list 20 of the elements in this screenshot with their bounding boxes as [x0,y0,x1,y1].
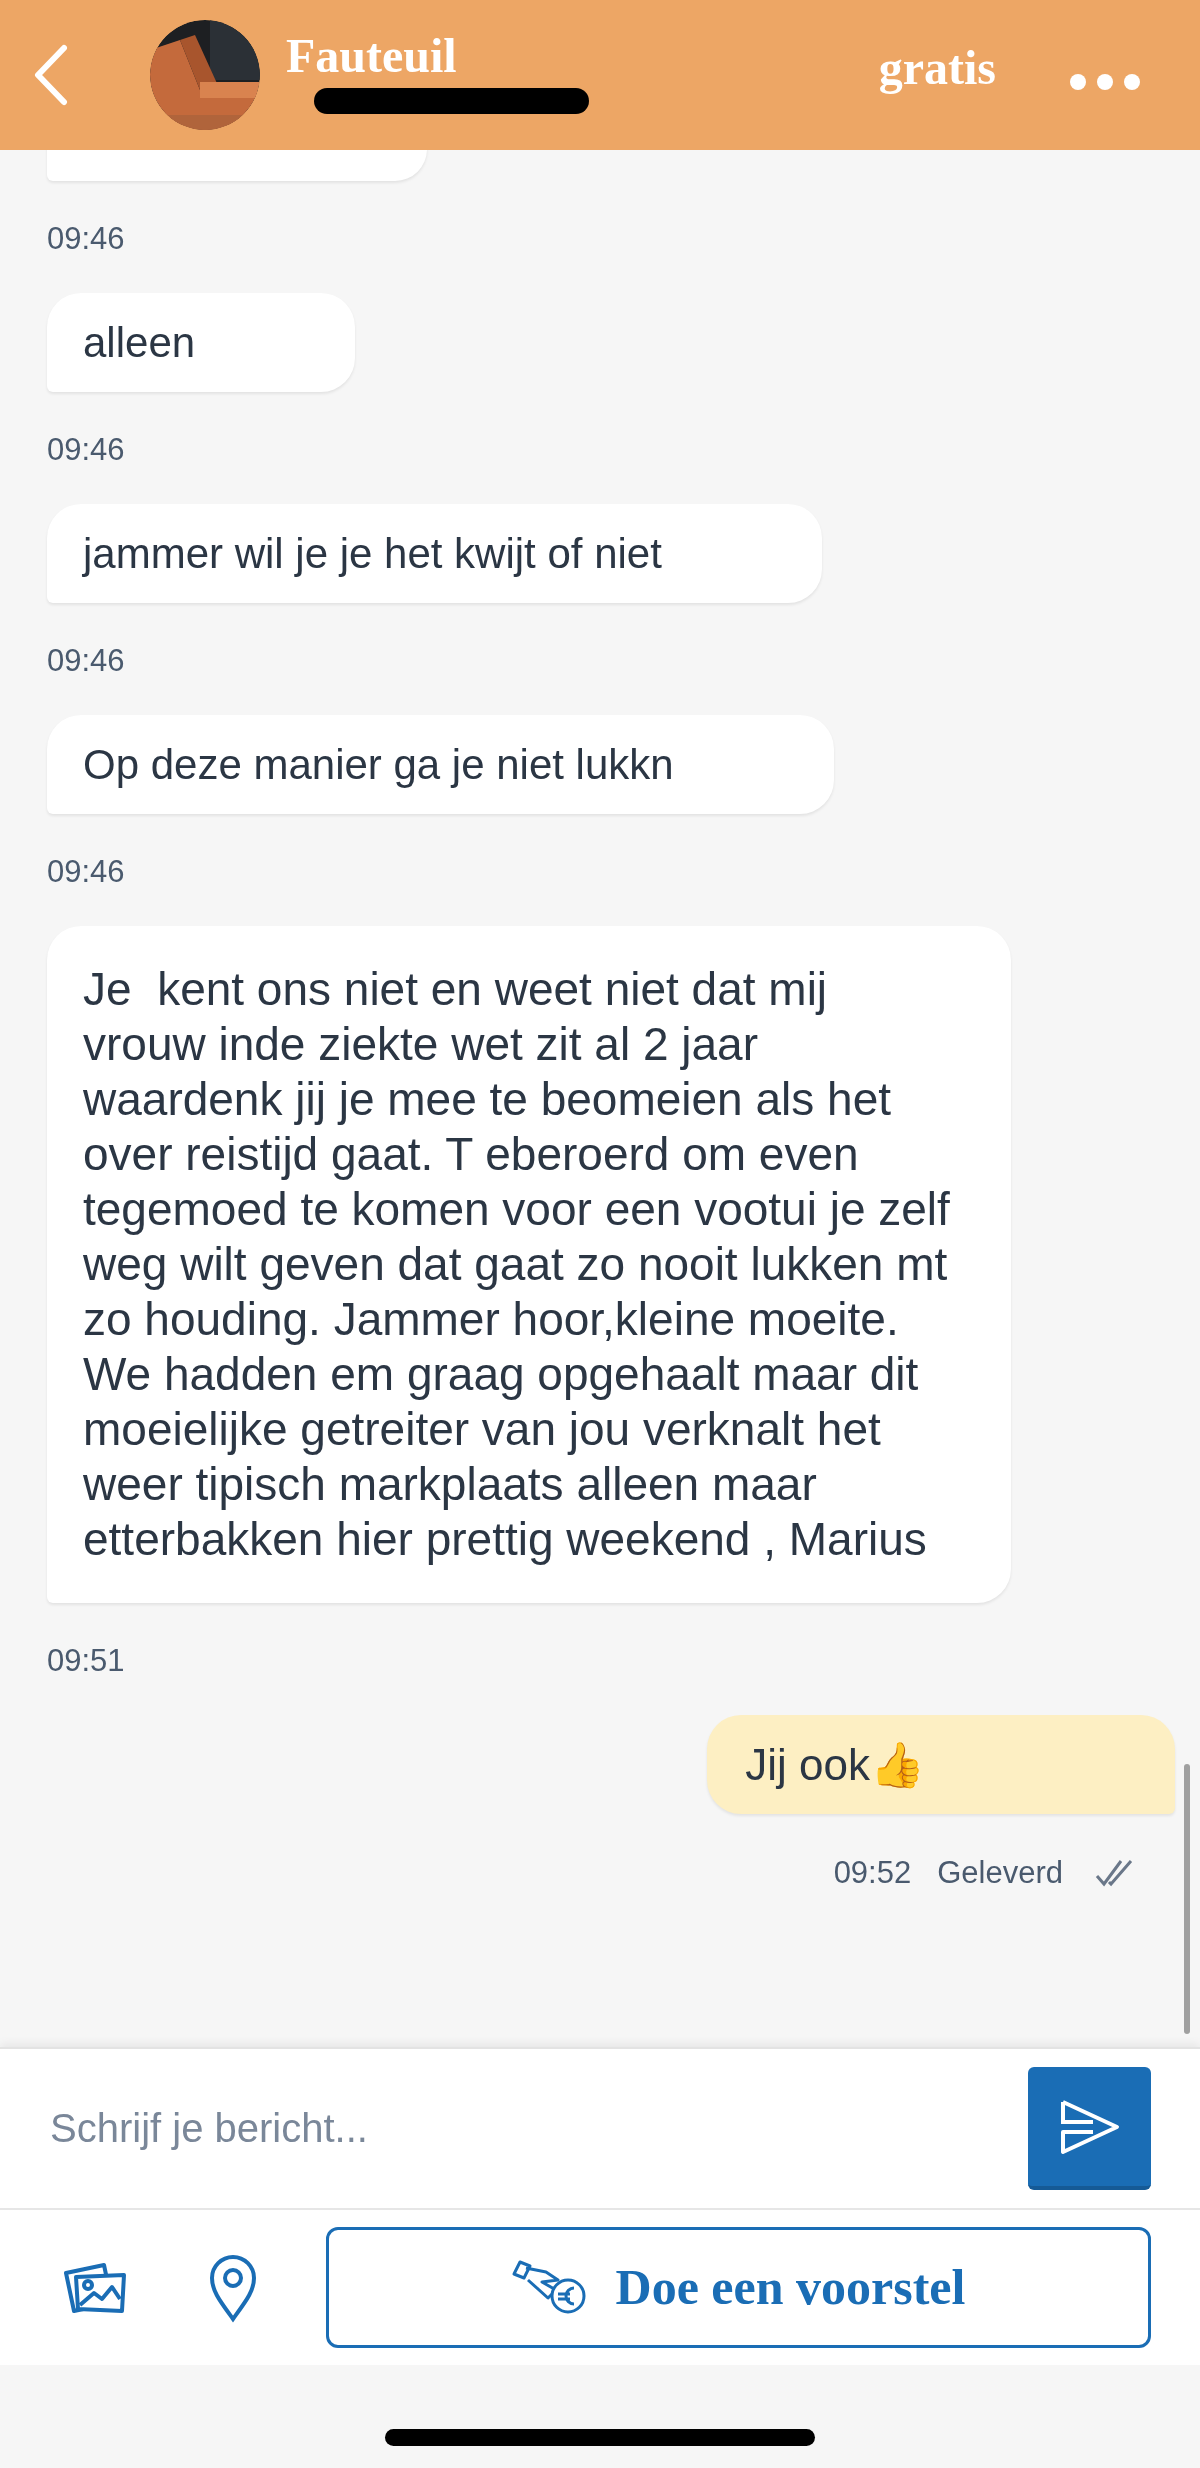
listing-title: Fauteuil [286,28,458,84]
offer-button[interactable]: Doe een voorstel [326,2227,1151,2348]
message-bubble: alleen [47,293,356,392]
message-time: 09:46 [47,853,125,891]
message-bubble: Jij ook👍 [707,1715,1175,1814]
message-time: 09:51 [47,1642,125,1680]
delivery-status: Geleverd [937,1854,1063,1892]
message-time: 09:46 [47,431,125,469]
send-button[interactable] [1028,2067,1151,2190]
message-bubble: jammer wil je je het kwijt of niet [47,504,822,603]
message-bubble: Je kent ons niet en weet niet dat mij vrouw inde ziekte wet zit al 2 jaar waardenk jij je mee te beomeien als het over reistijd gaat. T eberoerd om even tegemoed te komen voor een vootui je zelf weg wilt geven dat gaat zo nooit lukken mt zo houding. Jammer hoor,kleine moeite. We hadden em graag opgehaalt maar dit moeielijke getreiter van jou verknalt het weer tipisch markplaats alleen maar etterbakken hier prettig weekend , Marius [47,926,1011,1603]
scrollbar[interactable] [1184,1764,1190,2034]
location-pin-icon[interactable] [208,2252,258,2323]
message-time: 09:52 [833,1854,912,1892]
price-label: gratis [878,40,996,96]
message-time: 09:46 [47,220,125,258]
hand-coin-icon [511,2259,588,2316]
message-bubble: Op deze manier ga je niet lukkn [47,715,834,814]
message-field[interactable]: Schrijf je bericht... [0,2047,1200,2208]
message-time: 09:46 [47,642,125,680]
